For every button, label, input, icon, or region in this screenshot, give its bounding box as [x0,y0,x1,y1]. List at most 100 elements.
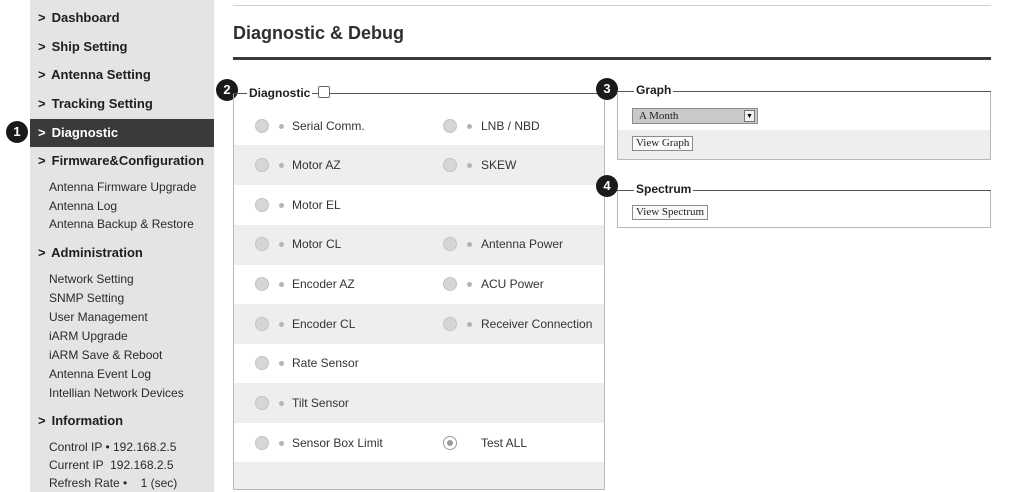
sidebar-subitem-antenna-backup-restore[interactable]: Antenna Backup & Restore [49,215,194,233]
view-spectrum-button[interactable]: View Spectrum [632,205,709,220]
callout-badge-3: 3 [596,78,618,100]
top-divider [233,5,991,6]
status-dot-icon [279,124,284,129]
sidebar: > Dashboard > Ship Setting > Antenna Set… [30,0,214,492]
sidebar-subitem-iarm-save-reboot[interactable]: iARM Save & Reboot [49,346,162,364]
tilt-sensor-label: Tilt Sensor [292,396,349,410]
sidebar-item-label: Dashboard [51,10,120,25]
sidebar-item-antenna-setting[interactable]: > Antenna Setting [30,61,214,89]
sidebar-item-label: Firmware&Configuration [51,153,205,168]
status-dot-icon [279,163,284,168]
receiver-connection-radio[interactable] [443,317,457,331]
skew-label: SKEW [481,158,517,172]
encoder-cl-radio[interactable] [255,317,269,331]
chevron-right-icon: > [38,125,46,140]
sidebar-item-label: Information [51,413,124,428]
lnb-nbd-label: LNB / NBD [481,119,540,133]
motor-el-radio[interactable] [255,198,269,212]
diagnostic-row-shade [234,145,604,185]
status-dot-icon [279,282,284,287]
receiver-connection-label: Receiver Connection [481,317,593,331]
status-dot-icon [279,242,284,247]
sensor-box-limit-label: Sensor Box Limit [292,436,383,450]
sidebar-item-label: Ship Setting [51,39,128,54]
lnb-nbd-radio[interactable] [443,119,457,133]
status-dot-icon [279,441,284,446]
status-dot-icon [467,322,472,327]
sidebar-item-label: Tracking Setting [51,96,153,111]
tilt-sensor-radio[interactable] [255,396,269,410]
antenna-power-radio[interactable] [443,237,457,251]
sidebar-item-label: Administration [51,245,143,260]
dropdown-arrow-icon: ▼ [744,110,755,122]
view-graph-button[interactable]: View Graph [632,136,694,151]
chevron-right-icon: > [38,245,46,260]
sidebar-subitem-antenna-event-log[interactable]: Antenna Event Log [49,365,151,383]
motor-cl-radio[interactable] [255,237,269,251]
control-ip-info: Control IP • 192.168.2.5 [49,440,177,454]
encoder-az-radio[interactable] [255,277,269,291]
test-all-label: Test ALL [481,436,528,450]
motor-az-radio[interactable] [255,158,269,172]
acu-power-radio[interactable] [443,277,457,291]
status-dot-icon [467,124,472,129]
graph-period-value: A Month [639,110,679,122]
chevron-right-icon: > [38,413,46,428]
motor-el-label: Motor EL [292,198,341,212]
chevron-right-icon: > [38,10,46,25]
sensor-box-limit-radio[interactable] [255,436,269,450]
serial-comm-label: Serial Comm. [292,119,365,133]
diagnostic-row-shade [234,383,604,423]
sidebar-item-dashboard[interactable]: > Dashboard [30,4,214,32]
status-dot-icon [467,282,472,287]
status-dot-icon [467,242,472,247]
status-dot-icon [279,401,284,406]
sidebar-item-tracking-setting[interactable]: > Tracking Setting [30,90,214,118]
encoder-az-label: Encoder AZ [292,277,355,291]
rate-sensor-radio[interactable] [255,356,269,370]
chevron-right-icon: > [38,67,46,82]
sidebar-subitem-network-setting[interactable]: Network Setting [49,270,134,288]
chevron-right-icon: > [38,39,46,54]
sidebar-subitem-antenna-log[interactable]: Antenna Log [49,197,117,215]
chevron-right-icon: > [38,96,46,111]
sidebar-subitem-snmp-setting[interactable]: SNMP Setting [49,289,124,307]
sidebar-item-firmware-configuration[interactable]: > Firmware&Configuration [30,147,214,175]
antenna-power-label: Antenna Power [481,237,564,251]
status-dot-icon [467,163,472,168]
page-title: Diagnostic & Debug [233,23,405,43]
sidebar-item-information[interactable]: > Information [30,407,214,435]
skew-radio[interactable] [443,158,457,172]
encoder-cl-label: Encoder CL [292,317,356,331]
test-all-radio[interactable] [443,436,457,450]
status-dot-icon [279,361,284,366]
rate-sensor-label: Rate Sensor [292,356,359,370]
sidebar-item-label: Antenna Setting [51,67,151,82]
sidebar-item-diagnostic[interactable]: > Diagnostic [30,119,214,147]
graph-period-select[interactable]: A Month ▼ [632,108,758,124]
callout-badge-1: 1 [6,121,28,143]
sidebar-subitem-intellian-network-devices[interactable]: Intellian Network Devices [49,384,184,402]
refresh-rate-info: Refresh Rate • 1 (sec) [49,476,178,490]
sidebar-item-label: Diagnostic [51,125,119,140]
acu-power-label: ACU Power [481,277,544,291]
title-divider [233,57,991,60]
diagnostic-section-label: Diagnostic [247,86,313,100]
status-dot-icon [279,203,284,208]
status-dot-icon [279,322,284,327]
sidebar-subitem-iarm-upgrade[interactable]: iARM Upgrade [49,327,128,345]
current-ip-info: Current IP 192.168.2.5 [49,458,174,472]
spectrum-section-label: Spectrum [634,182,694,196]
sidebar-subitem-user-management[interactable]: User Management [49,308,148,326]
motor-cl-label: Motor CL [292,237,342,251]
graph-section-label: Graph [634,83,674,97]
sidebar-subitem-antenna-firmware-upgrade[interactable]: Antenna Firmware Upgrade [49,178,196,196]
motor-az-label: Motor AZ [292,158,341,172]
diagnostic-row-shade [234,462,604,489]
callout-badge-4: 4 [596,175,618,197]
chevron-right-icon: > [38,153,46,168]
sidebar-item-administration[interactable]: > Administration [30,239,214,267]
serial-comm-radio[interactable] [255,119,269,133]
sidebar-item-ship-setting[interactable]: > Ship Setting [30,33,214,61]
diagnostic-select-all-checkbox[interactable] [318,86,330,98]
